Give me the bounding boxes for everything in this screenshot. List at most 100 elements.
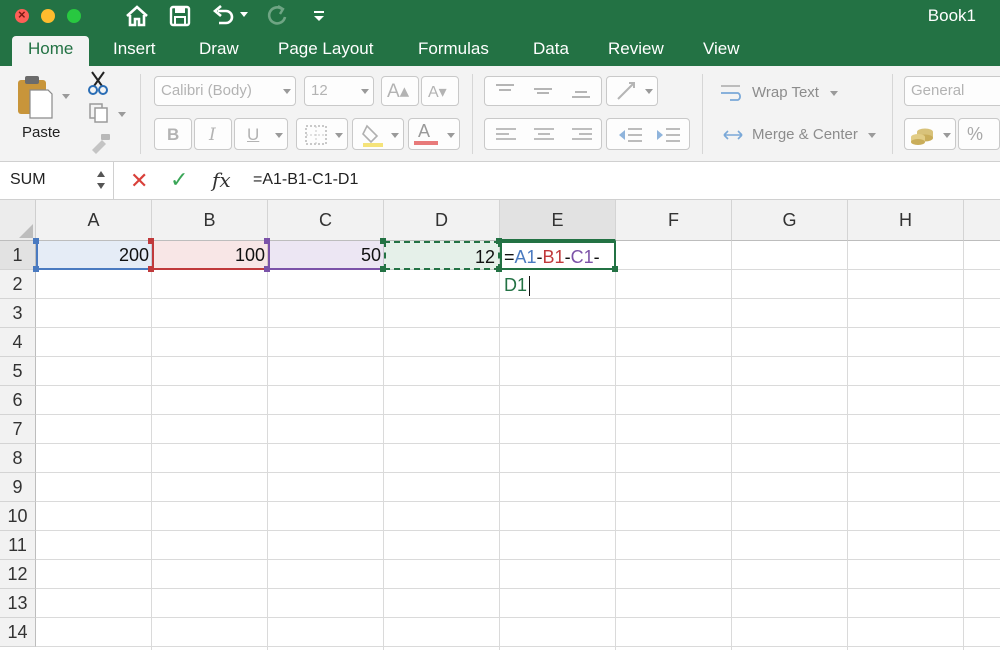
increase-font-size-button[interactable]: A▴ xyxy=(381,76,419,106)
increase-indent-icon[interactable] xyxy=(655,127,681,147)
cancel-formula-icon[interactable]: ✕ xyxy=(130,168,148,194)
ref-handle[interactable] xyxy=(33,238,39,244)
name-box[interactable]: SUM xyxy=(0,162,114,199)
cell-a1[interactable]: 200 xyxy=(36,241,152,270)
tab-insert[interactable]: Insert xyxy=(113,39,156,59)
column-header-a[interactable]: A xyxy=(36,200,152,241)
orientation-button[interactable] xyxy=(606,76,658,106)
row-header-13[interactable]: 13 xyxy=(0,589,36,618)
percent-style-button[interactable]: % xyxy=(958,118,1000,150)
tab-page-layout[interactable]: Page Layout xyxy=(278,39,373,59)
cell-b1[interactable]: 100 xyxy=(152,241,268,270)
undo-icon[interactable] xyxy=(210,3,236,29)
increase-font-icon: A▴ xyxy=(387,81,410,102)
row-header-5[interactable]: 5 xyxy=(0,357,36,386)
ref-handle[interactable] xyxy=(148,266,154,272)
cut-icon[interactable] xyxy=(86,70,110,101)
font-size-select[interactable]: 12 xyxy=(304,76,374,106)
wrap-text-icon xyxy=(720,84,746,107)
decrease-indent-icon[interactable] xyxy=(617,127,643,147)
align-bottom-icon[interactable] xyxy=(571,83,591,103)
column-header-d[interactable]: D xyxy=(384,200,500,241)
tab-formulas[interactable]: Formulas xyxy=(418,39,489,59)
name-box-value: SUM xyxy=(10,171,46,188)
row-header-10[interactable]: 10 xyxy=(0,502,36,531)
select-all-corner[interactable] xyxy=(0,200,36,241)
column-header-h[interactable]: H xyxy=(848,200,964,241)
row-header-4[interactable]: 4 xyxy=(0,328,36,357)
insert-function-icon[interactable]: fx xyxy=(212,168,231,192)
align-top-icon[interactable] xyxy=(495,83,515,103)
accounting-format-button[interactable] xyxy=(904,118,956,150)
paste-label: Paste xyxy=(22,124,61,141)
cell-c1[interactable]: 50 xyxy=(268,241,384,270)
column-header-next[interactable] xyxy=(964,200,1000,241)
column-header-f[interactable]: F xyxy=(616,200,732,241)
customize-toolbar-icon[interactable] xyxy=(312,10,326,22)
decrease-font-size-button[interactable]: A▾ xyxy=(421,76,459,106)
orientation-icon xyxy=(615,80,639,106)
ref-handle[interactable] xyxy=(380,266,386,272)
fill-handle[interactable] xyxy=(612,266,618,272)
gridline xyxy=(36,501,1000,502)
underline-button[interactable]: U xyxy=(234,118,288,150)
ref-handle[interactable] xyxy=(33,266,39,272)
formula-ref-b1: B1 xyxy=(542,247,565,267)
bold-button[interactable]: B xyxy=(154,118,192,150)
coins-icon xyxy=(909,124,935,150)
fill-color-button[interactable] xyxy=(352,118,404,150)
borders-button[interactable] xyxy=(296,118,348,150)
column-header-b[interactable]: B xyxy=(152,200,268,241)
number-format-select[interactable]: General xyxy=(904,76,1000,106)
zoom-window-button[interactable] xyxy=(67,9,81,23)
align-left-icon[interactable] xyxy=(495,127,517,147)
font-color-button[interactable]: A xyxy=(408,118,460,150)
save-icon[interactable] xyxy=(168,3,192,29)
font-name-select[interactable]: Calibri (Body) xyxy=(154,76,296,106)
align-center-icon[interactable] xyxy=(533,127,555,147)
row-header-1[interactable]: 1 xyxy=(0,241,36,270)
row-header-9[interactable]: 9 xyxy=(0,473,36,502)
wrap-text-label: Wrap Text xyxy=(752,84,819,101)
align-right-icon[interactable] xyxy=(571,127,593,147)
row-header-14[interactable]: 14 xyxy=(0,618,36,647)
home-icon[interactable] xyxy=(124,3,150,29)
paste-dropdown-icon[interactable] xyxy=(62,94,70,99)
worksheet-grid[interactable]: A B C D E F G H 1 2 3 4 5 6 7 8 9 10 11 … xyxy=(0,200,1000,650)
column-header-c[interactable]: C xyxy=(268,200,384,241)
accounting-dropdown-icon xyxy=(943,133,951,138)
tab-data[interactable]: Data xyxy=(533,39,569,59)
ref-handle[interactable] xyxy=(148,238,154,244)
format-painter-icon[interactable] xyxy=(88,132,112,159)
paste-icon[interactable] xyxy=(14,74,54,125)
row-header-6[interactable]: 6 xyxy=(0,386,36,415)
row-header-2[interactable]: 2 xyxy=(0,270,36,299)
row-header-3[interactable]: 3 xyxy=(0,299,36,328)
row-header-7[interactable]: 7 xyxy=(0,415,36,444)
column-header-g[interactable]: G xyxy=(732,200,848,241)
tab-draw[interactable]: Draw xyxy=(199,39,239,59)
name-box-stepper-icon[interactable] xyxy=(96,169,106,196)
row-header-12[interactable]: 12 xyxy=(0,560,36,589)
column-header-e[interactable]: E xyxy=(500,200,616,241)
ref-handle[interactable] xyxy=(380,238,386,244)
cell-e1-editing[interactable]: =A1-B1-C1-D1 xyxy=(500,241,616,297)
tab-home[interactable]: Home xyxy=(12,36,90,66)
undo-dropdown-icon[interactable] xyxy=(240,12,248,17)
enter-formula-icon[interactable]: ✓ xyxy=(170,167,188,193)
copy-icon[interactable] xyxy=(88,102,110,129)
row-header-11[interactable]: 11 xyxy=(0,531,36,560)
align-middle-icon[interactable] xyxy=(533,83,553,103)
formula-input[interactable]: =A1-B1-C1-D1 xyxy=(253,171,358,189)
redo-icon[interactable] xyxy=(264,3,290,29)
close-window-button[interactable] xyxy=(15,7,29,23)
tab-review[interactable]: Review xyxy=(608,39,664,59)
tab-view[interactable]: View xyxy=(703,39,740,59)
minimize-window-button[interactable] xyxy=(41,9,55,23)
row-header-8[interactable]: 8 xyxy=(0,444,36,473)
copy-dropdown-icon[interactable] xyxy=(118,112,126,117)
cell-d1[interactable]: 12 xyxy=(384,241,500,270)
ref-handle[interactable] xyxy=(264,266,270,272)
ref-handle[interactable] xyxy=(264,238,270,244)
italic-button[interactable]: I xyxy=(194,118,232,150)
